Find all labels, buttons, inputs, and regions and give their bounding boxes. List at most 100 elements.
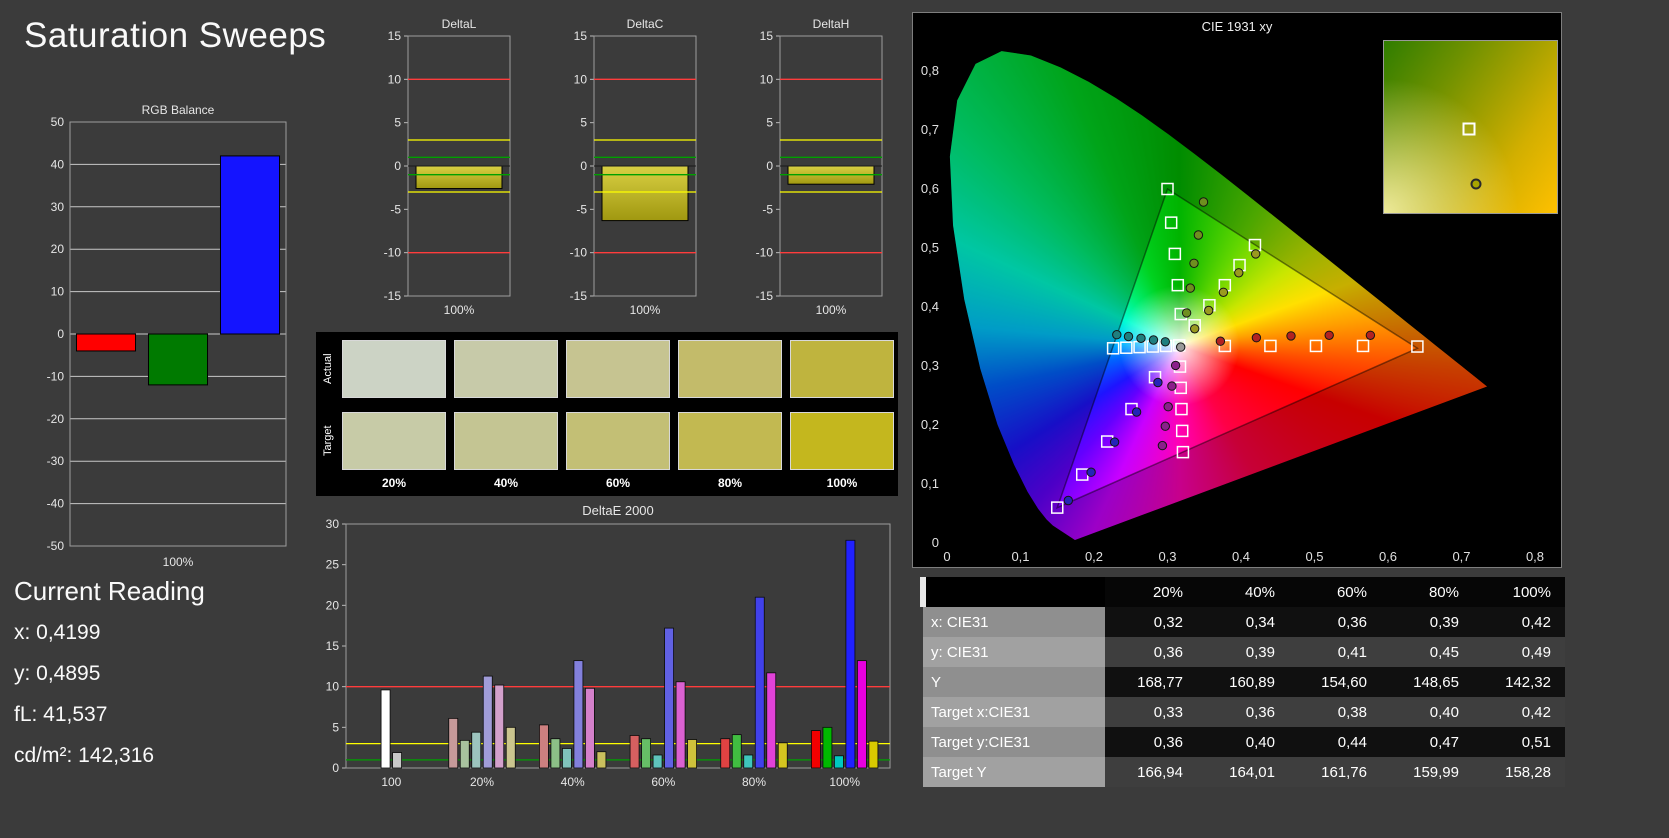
cie-measured-red — [1251, 333, 1262, 343]
current-reading-y: y: 0,4895 — [14, 662, 101, 685]
current-reading-cdm2: cd/m²: 142,316 — [14, 744, 155, 767]
table-cell: 0,41 — [1289, 637, 1381, 667]
deltae-bar — [505, 726, 516, 769]
svg-text:0: 0 — [394, 159, 401, 173]
current-reading-fl: fL: 41,537 — [14, 703, 108, 726]
deltae-bar — [845, 539, 856, 769]
cie-measured-yellow — [1204, 305, 1214, 316]
deltae-bar — [380, 689, 391, 769]
svg-text:0,8: 0,8 — [921, 63, 939, 78]
delta-c-chart[interactable]: DeltaC 15 10 5 0 -5 -10 -15 100% — [554, 16, 706, 328]
cie-measured-yellow — [1190, 324, 1200, 334]
cie-measured-green — [1193, 230, 1204, 240]
cie-measured-green — [1185, 283, 1195, 293]
table-row: Y 168,77 160,89 154,60 148,65 142,32 — [923, 667, 1565, 697]
deltae-bar — [641, 738, 651, 769]
svg-text:50: 50 — [51, 115, 65, 129]
table-cell: 0,47 — [1381, 727, 1473, 757]
svg-text:0,5: 0,5 — [921, 240, 939, 255]
cie-chart-title: CIE 1931 xy — [1201, 19, 1273, 34]
cie-measured-blue — [1131, 407, 1142, 417]
delta-y-axis-labels: 15 10 5 0 -5 -10 -15 — [570, 29, 594, 303]
cie-target-green — [1171, 278, 1185, 292]
deltae-bar — [562, 748, 572, 769]
svg-text:0,1: 0,1 — [1011, 549, 1029, 564]
table-row: Target x:CIE31 0,33 0,36 0,38 0,40 0,42 — [923, 697, 1565, 727]
swatch-col-label: 100% — [826, 476, 858, 490]
table-cell: 0,38 — [1289, 697, 1381, 727]
cie-target-green — [1168, 247, 1182, 261]
svg-text:-15: -15 — [756, 289, 774, 303]
cie-target-cyan — [1120, 341, 1133, 354]
svg-text:0,5: 0,5 — [1305, 549, 1323, 564]
delta-c-title: DeltaC — [627, 17, 664, 31]
rgb-balance-plot: RGB Balance 50 40 30 20 10 0 -10 -20 -30 -40 -50 100… — [47, 103, 287, 569]
deltae-bar — [573, 660, 584, 769]
cie-measured-red — [1215, 336, 1226, 346]
deltae-bar — [629, 735, 640, 769]
deltae-bar — [743, 754, 754, 769]
deltae-x-axis-label: 80% — [742, 775, 766, 789]
deltae-x-axis-label: 60% — [651, 775, 675, 789]
cie-1931-chart[interactable]: CIE 1931 xy 0 0,1 0,2 0,3 0,4 0,5 0,6 0,7 0,8 0 0,… — [912, 12, 1562, 568]
table-cell: 142,32 — [1473, 667, 1565, 697]
deltae-bar — [596, 751, 607, 769]
deltae-bar — [675, 681, 686, 769]
cie-measured-cyan — [1112, 330, 1122, 340]
deltae-bar — [448, 717, 459, 769]
swatch-target-20% — [342, 412, 446, 470]
table-corner-cell — [920, 577, 1105, 607]
swatch-col-label: 40% — [493, 476, 519, 490]
cie-target-red — [1264, 339, 1277, 353]
rgb-balance-chart[interactable]: RGB Balance 50 40 30 20 10 0 -10 -20 -30 -40 -50 100… — [28, 102, 294, 588]
table-row-label: Target x:CIE31 — [923, 697, 1105, 727]
svg-text:-5: -5 — [762, 202, 773, 216]
cie-target-magenta — [1175, 402, 1188, 416]
swatch-col-label: 80% — [717, 476, 743, 490]
svg-text:10: 10 — [326, 680, 340, 694]
cie-measured-cyan — [1136, 333, 1146, 343]
table-row: Target Y 166,94 164,01 161,76 159,99 158,28 — [923, 757, 1565, 787]
cie-measured-cyan — [1160, 337, 1171, 347]
deltae-bar — [777, 742, 788, 769]
rgb-bar-blue — [219, 155, 281, 335]
swatch-actual-80% — [678, 340, 782, 398]
table-cell: 160,89 — [1197, 667, 1289, 697]
deltae2000-chart[interactable]: DeltaE 2000 0 5 10 15 20 25 30 100 20% 40% 60% 80% 10… — [316, 502, 898, 798]
rgb-bar-green — [147, 333, 209, 386]
swatch-target-60% — [566, 412, 670, 470]
deltae-bar — [652, 754, 663, 769]
delta-charts-group: DeltaL 15 10 5 0 -5 -10 -15 100% DeltaC 15 10 5 0 -5 -1… — [368, 16, 892, 328]
svg-text:0,1: 0,1 — [921, 476, 939, 491]
svg-text:0,3: 0,3 — [921, 358, 939, 373]
swatch-actual-60% — [566, 340, 670, 398]
svg-text:0,4: 0,4 — [1232, 549, 1250, 564]
cie-inset-measured-point — [1470, 178, 1482, 190]
svg-text:-40: -40 — [47, 497, 65, 511]
saturation-swatches-panel[interactable]: Actual Target 20% 40% 60% 80% 100% — [316, 332, 898, 496]
table-cell: 164,01 — [1197, 757, 1289, 787]
delta-l-chart[interactable]: DeltaL 15 10 5 0 -5 -10 -15 100% — [368, 16, 520, 328]
svg-text:0,2: 0,2 — [921, 417, 939, 432]
cie-target-magenta — [1174, 381, 1187, 395]
table-cell: 0,32 — [1105, 607, 1197, 637]
cie-measured-magenta — [1157, 440, 1168, 451]
svg-text:0: 0 — [766, 159, 773, 173]
svg-text:10: 10 — [574, 72, 588, 86]
cie-inset-target-marker — [1462, 122, 1476, 136]
swatch-col-label: 60% — [605, 476, 631, 490]
table-col-header: 20% — [1105, 577, 1197, 607]
cie-target-red — [1356, 339, 1370, 353]
deltae-bar — [822, 726, 833, 769]
deltae-bar — [720, 738, 731, 769]
cie-measured-green — [1181, 308, 1192, 318]
table-cell: 0,45 — [1381, 637, 1473, 667]
swatch-row-label-actual: Actual — [322, 353, 334, 385]
cie-measured-red — [1324, 330, 1334, 340]
delta-h-chart[interactable]: DeltaH 15 10 5 0 -5 -10 -15 100% — [740, 16, 892, 328]
svg-text:15: 15 — [388, 29, 402, 43]
swatch-row-label-target: Target — [322, 425, 334, 457]
results-table-panel: 20% 40% 60% 80% 100% x: CIE31 0,32 0,34 0,36 0,39… — [920, 577, 1565, 787]
svg-text:0,6: 0,6 — [921, 181, 939, 196]
deltae-x-axis-label: 100% — [829, 775, 860, 789]
